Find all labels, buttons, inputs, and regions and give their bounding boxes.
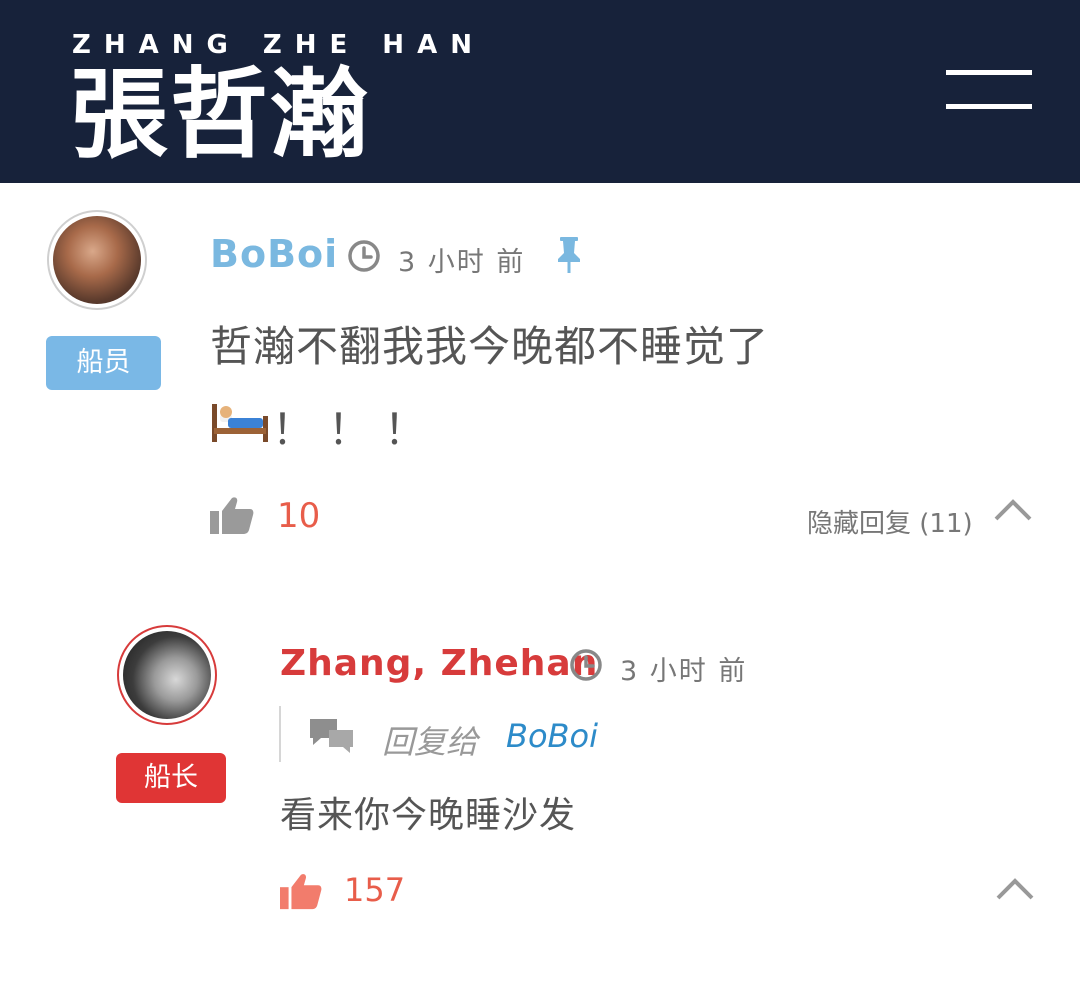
comment-author[interactable]: BoBoi (210, 232, 338, 276)
bed-icon (212, 404, 268, 442)
brand-latin-title: ZHANG ZHE HAN (72, 30, 485, 60)
comment-text: 看来你今晚睡沙发 (280, 795, 577, 836)
reply-to-link[interactable]: BoBoi (506, 717, 598, 755)
like-count: 157 (344, 871, 406, 909)
clock-icon (348, 240, 380, 272)
hide-replies-button[interactable]: 隐藏回复 (11) (807, 503, 973, 540)
thumbs-up-icon[interactable] (280, 872, 322, 910)
clock-icon (570, 649, 602, 681)
comment-time: 3 小时 前 (620, 656, 748, 687)
reply-prefix: 回复给 (382, 723, 479, 761)
brand-logo[interactable]: 張哲瀚 (70, 60, 370, 170)
comment-time: 3 小时 前 (398, 247, 526, 278)
comment-text-exclaim: ！！！ (272, 405, 441, 454)
comments-icon (310, 719, 353, 753)
thumbs-up-icon[interactable] (210, 496, 254, 534)
chevron-up-icon[interactable] (993, 497, 1033, 523)
hamburger-menu-icon[interactable] (946, 70, 1032, 112)
comment-text: 哲瀚不翻我我今晚都不睡觉了 (210, 322, 770, 371)
comment-author[interactable]: Zhang, Zhehan (280, 643, 598, 684)
avatar[interactable] (47, 210, 147, 310)
site-header: ZHANG ZHE HAN 張哲瀚 (0, 0, 1080, 183)
captain-badge: 船长 (116, 753, 226, 803)
like-count: 10 (277, 496, 321, 536)
reply-quote-bar (279, 706, 281, 762)
avatar[interactable] (117, 625, 217, 725)
member-badge: 船员 (46, 336, 161, 390)
chevron-up-icon[interactable] (995, 876, 1035, 902)
pin-icon (558, 237, 580, 273)
